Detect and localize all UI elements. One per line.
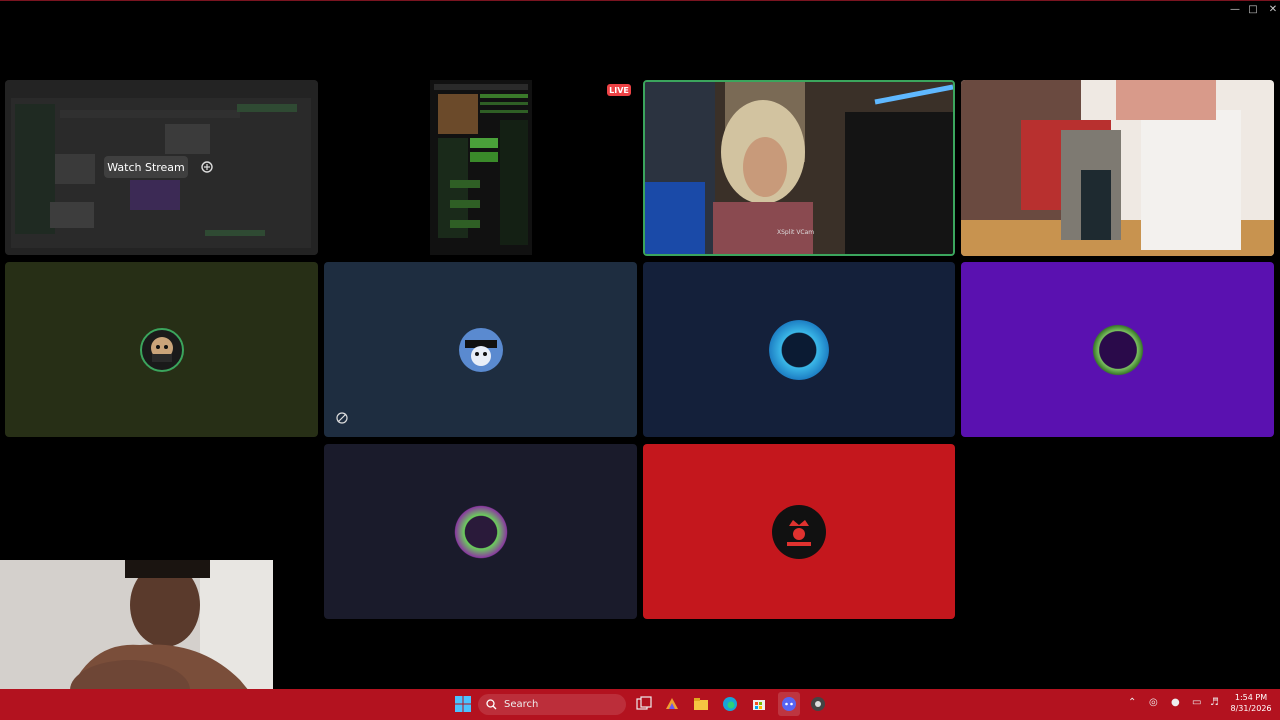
participant-tile-6[interactable] — [643, 444, 955, 619]
search-icon — [486, 699, 497, 710]
taskbar-clock[interactable]: 1:54 PM 8/31/2026 — [1226, 692, 1276, 714]
watch-stream-button[interactable]: Watch Stream — [104, 156, 188, 178]
participant-tile-1[interactable] — [5, 262, 318, 437]
store-icon[interactable] — [750, 695, 768, 713]
screen-share-preview — [430, 80, 532, 255]
clock-time: 1:54 PM — [1234, 693, 1268, 702]
no-video-icon — [336, 412, 348, 424]
windows-start-icon[interactable] — [454, 695, 472, 713]
file-explorer-icon[interactable] — [692, 695, 710, 713]
screen-share-tile[interactable] — [430, 80, 532, 255]
volume-icon[interactable]: ♬ — [1210, 697, 1219, 708]
live-badge: LIVE — [607, 84, 631, 96]
discord-icon — [782, 697, 796, 711]
camera-feed-2 — [961, 80, 1274, 256]
network-icon[interactable]: ◎ — [1149, 697, 1158, 708]
popout-icon[interactable] — [200, 160, 214, 174]
maximize-icon[interactable]: □ — [1242, 2, 1264, 16]
participant-tile-4[interactable] — [961, 262, 1274, 437]
participant-tile-3[interactable] — [643, 262, 955, 437]
discord-taskbar-button[interactable] — [778, 692, 800, 716]
chevron-up-icon[interactable]: ⌃ — [1128, 697, 1136, 708]
close-icon[interactable]: ✕ — [1262, 2, 1280, 16]
camera-overlay-label: XSplit VCam — [777, 229, 814, 236]
clock-date: 8/31/2026 — [1230, 704, 1272, 713]
camera-tile-2[interactable] — [961, 80, 1274, 256]
battery-icon[interactable]: ▭ — [1192, 697, 1201, 708]
window-titlebar: — □ ✕ — [0, 0, 1280, 16]
avatar-skull — [139, 327, 184, 372]
avatar-blue-emblem — [769, 319, 829, 380]
chrome-icon[interactable] — [809, 695, 827, 713]
camera-tile-1[interactable]: XSplit VCam — [643, 80, 955, 256]
camera-feed-1: XSplit VCam — [645, 82, 953, 254]
microphone-icon[interactable]: ● — [1171, 697, 1180, 708]
avatar-mascot — [458, 327, 503, 372]
participant-tile-5[interactable] — [324, 444, 637, 619]
avatar-neon-character — [452, 503, 509, 560]
copilot-icon[interactable] — [663, 695, 681, 713]
search-placeholder: Search — [504, 699, 539, 710]
edge-icon[interactable] — [721, 695, 739, 713]
task-view-icon[interactable] — [635, 695, 653, 713]
avatar-purple-monster — [1088, 320, 1147, 379]
avatar-crown-logo — [772, 504, 826, 559]
participant-tile-2[interactable] — [324, 262, 637, 437]
taskbar-search-input[interactable]: Search — [478, 694, 626, 715]
